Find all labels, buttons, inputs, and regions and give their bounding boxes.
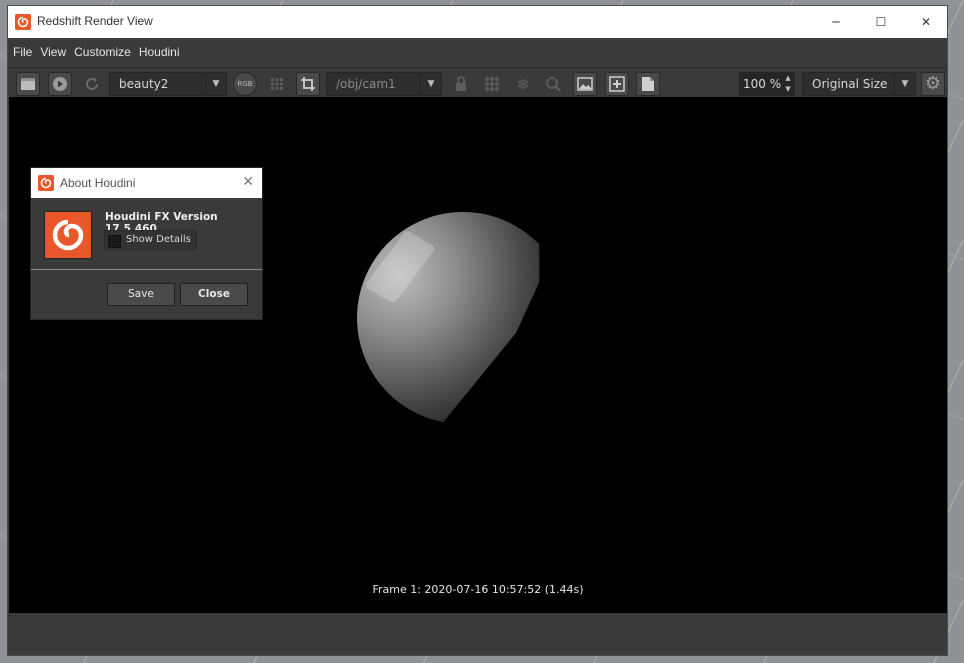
snapshot-button[interactable] <box>573 72 597 96</box>
close-button[interactable]: Close <box>180 283 248 306</box>
show-details-label: Show Details <box>126 234 191 245</box>
freeze-button[interactable]: ❄ <box>511 72 535 96</box>
menu-bar: File View Customize Houdini <box>8 38 947 65</box>
gear-icon: ⚙ <box>924 73 942 94</box>
lock-icon <box>456 76 466 91</box>
menu-houdini[interactable]: Houdini <box>139 45 180 59</box>
houdini-logo-icon <box>44 211 92 259</box>
tiles-button[interactable] <box>480 72 504 96</box>
image-icon <box>577 77 593 91</box>
grid-icon <box>271 78 283 90</box>
divider <box>31 269 262 270</box>
houdini-logo-icon <box>38 175 54 191</box>
window-title: Redshift Render View <box>37 14 153 28</box>
menu-view[interactable]: View <box>40 45 66 59</box>
checkbox-box[interactable] <box>108 235 121 248</box>
about-dialog: About Houdini ✕ Houdini FX Version 17.5.… <box>30 167 263 320</box>
zoom-region-button[interactable] <box>541 72 565 96</box>
close-window-button[interactable]: ✕ <box>903 6 949 38</box>
crop-button[interactable] <box>296 72 320 96</box>
document-button[interactable] <box>636 72 660 96</box>
aov-value: beauty2 <box>119 77 169 91</box>
tiles-icon <box>485 77 499 91</box>
maximize-button[interactable]: ☐ <box>858 6 904 38</box>
close-icon[interactable]: ✕ <box>242 174 254 190</box>
add-snapshot-button[interactable] <box>605 72 629 96</box>
search-icon <box>546 77 561 92</box>
minimize-button[interactable]: ─ <box>813 6 859 38</box>
camera-dropdown[interactable]: /obj/cam1 ▼ <box>326 72 442 96</box>
save-button[interactable]: Save <box>107 283 175 306</box>
settings-button[interactable]: ⚙ <box>921 72 945 96</box>
size-value: Original Size <box>812 77 888 91</box>
camera-value: /obj/cam1 <box>336 77 396 91</box>
show-details-checkbox[interactable]: Show Details <box>104 230 197 250</box>
zoom-input[interactable]: 100 % ▲ ▼ <box>739 72 795 96</box>
rendered-sphere <box>357 212 540 424</box>
grid-button[interactable] <box>265 72 289 96</box>
rgb-channel-icon: RGB <box>237 80 253 88</box>
chevron-down-icon: ▼ <box>205 73 226 95</box>
toolbar: beauty2 ▼ RGB /obj/cam1 ▼ ❄ 100 % ▲ ▼ Or… <box>8 67 947 98</box>
zoom-value: 100 % <box>743 77 782 91</box>
render-button[interactable] <box>16 72 40 96</box>
document-icon <box>642 77 654 91</box>
zoom-stepper[interactable]: ▲ ▼ <box>781 73 794 95</box>
title-bar: Redshift Render View ─ ☐ ✕ <box>8 6 947 38</box>
chevron-down-icon: ▼ <box>420 73 441 95</box>
play-icon <box>53 77 67 91</box>
refresh-button[interactable] <box>80 72 104 96</box>
dialog-title: About Houdini <box>60 176 136 190</box>
frame-info: Frame 1: 2020-07-16 10:57:52 (1.44s) <box>372 583 584 596</box>
menu-file[interactable]: File <box>13 45 32 59</box>
render-clapper-icon <box>21 78 35 90</box>
houdini-logo-icon <box>15 14 31 30</box>
status-bar <box>8 613 947 655</box>
size-dropdown[interactable]: Original Size ▼ <box>802 72 916 96</box>
render-view-window: Redshift Render View ─ ☐ ✕ File View Cus… <box>7 5 948 656</box>
snowflake-icon: ❄ <box>516 74 530 94</box>
dialog-title-bar: About Houdini ✕ <box>31 168 262 198</box>
refresh-icon <box>86 77 98 90</box>
chevron-down-icon: ▼ <box>894 73 915 95</box>
lock-button[interactable] <box>449 72 473 96</box>
aov-dropdown[interactable]: beauty2 ▼ <box>109 72 227 96</box>
rgb-channel-button[interactable]: RGB <box>233 72 257 96</box>
play-button[interactable] <box>48 72 72 96</box>
crop-icon <box>301 77 315 91</box>
add-icon <box>609 76 625 92</box>
menu-customize[interactable]: Customize <box>74 45 131 59</box>
